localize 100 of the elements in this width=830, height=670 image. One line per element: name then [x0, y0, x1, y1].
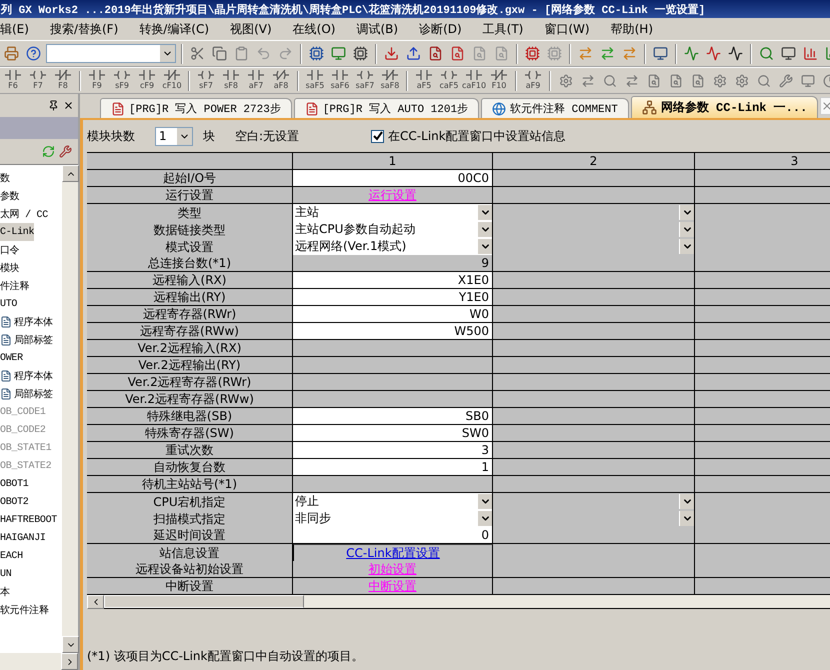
dropdown-field[interactable]: 远程网络(Ver.1模式) [293, 238, 493, 256]
tree-item[interactable]: OBOT2 [0, 493, 29, 511]
settings-icon[interactable] [558, 74, 572, 88]
tree-item[interactable]: 局部标签 [0, 385, 53, 403]
menu-item[interactable]: 辑(E) [0, 20, 29, 38]
redo-icon[interactable] [278, 46, 293, 61]
file-search-icon[interactable] [690, 74, 704, 88]
tree-item[interactable]: 件注释 [0, 277, 30, 295]
input-field[interactable]: 1 [293, 459, 493, 476]
transfer-icon[interactable] [624, 74, 638, 88]
ladder-key-button[interactable]: saF5 [304, 68, 326, 92]
tree-item[interactable]: EACH [0, 547, 23, 565]
waveform-icon[interactable] [728, 46, 743, 61]
ladder-key-button[interactable]: caF10 [463, 68, 485, 92]
undo-icon[interactable] [256, 46, 271, 61]
tree-item[interactable]: C-Link [0, 223, 34, 241]
tree-item[interactable]: 程序本体 [0, 367, 53, 385]
ladder-key-button[interactable]: cF9 [136, 68, 158, 92]
tab[interactable]: [PRG]R 写入 AUTO 1201步 [294, 98, 480, 118]
ladder-key-button[interactable]: sF8 [220, 68, 242, 92]
module-count-select[interactable]: 1 [155, 126, 193, 146]
ladder-key-button[interactable]: F9 [86, 68, 108, 92]
menu-item[interactable]: 诊断(D) [419, 20, 462, 38]
download-icon[interactable] [384, 46, 399, 61]
help-icon[interactable] [26, 46, 41, 61]
tree-item[interactable]: 局部标签 [0, 331, 53, 349]
scrollbar[interactable] [62, 165, 78, 653]
tree-item[interactable]: 本 [0, 583, 10, 601]
copy-icon[interactable] [212, 46, 227, 61]
menu-item[interactable]: 调试(B) [356, 20, 398, 38]
ladder-key-button[interactable]: saF8 [379, 68, 401, 92]
search-icon[interactable] [759, 46, 774, 61]
input-field[interactable]: SB0 [293, 408, 493, 425]
wrench-icon[interactable] [59, 145, 72, 158]
tree-item[interactable]: OB_STATE2 [0, 457, 52, 475]
refresh-icon[interactable] [42, 145, 55, 158]
input-field[interactable]: 0 [293, 527, 493, 544]
dropdown-field[interactable] [493, 204, 695, 222]
settings-icon[interactable] [712, 74, 726, 88]
tab[interactable]: 软元件注释 COMMENT [481, 98, 629, 118]
tree-item[interactable]: 软元件注释 [0, 601, 49, 619]
transfer-icon[interactable] [622, 46, 637, 61]
ladder-key-button[interactable]: F7 [27, 68, 49, 92]
tab[interactable]: [PRG]R 写入 POWER 2723步 [100, 98, 292, 118]
transfer-icon[interactable] [578, 46, 593, 61]
cpu-icon[interactable] [309, 46, 324, 61]
ladder-key-button[interactable]: F8 [52, 68, 74, 92]
input-field[interactable]: W500 [293, 323, 493, 340]
menu-item[interactable]: 工具(T) [482, 20, 524, 38]
ladder-key-button[interactable]: F10 [488, 68, 510, 92]
clipboard-icon[interactable] [234, 46, 249, 61]
tree-item[interactable]: 口令 [0, 241, 20, 259]
dropdown-field[interactable]: 非同步 [293, 510, 493, 528]
ladder-key-button[interactable]: F6 [2, 68, 24, 92]
tab[interactable]: 网络参数 CC-Link 一... [630, 96, 818, 118]
menu-item[interactable]: 在线(O) [292, 20, 336, 38]
close-button[interactable] [820, 97, 830, 115]
tree-item[interactable]: OB_STATE1 [0, 439, 52, 457]
menu-item[interactable]: 窗口(W) [544, 20, 590, 38]
checkbox[interactable] [371, 130, 384, 142]
tree-item[interactable]: 数 [0, 169, 10, 187]
tree-item[interactable]: OWER [0, 349, 23, 367]
input-field[interactable]: 3 [293, 442, 493, 459]
printer-icon[interactable] [4, 46, 19, 61]
menu-item[interactable]: 转换/编译(C) [139, 20, 210, 38]
tree-item[interactable]: HAFTREBOOT [0, 511, 58, 529]
cpu-icon[interactable] [353, 46, 368, 61]
ladder-key-button[interactable]: sF7 [195, 68, 217, 92]
ladder-key-button[interactable]: aF5 [413, 68, 435, 92]
tree-item[interactable]: OB_CODE1 [0, 403, 46, 421]
tree-item[interactable]: OBOT1 [0, 475, 29, 493]
menu-item[interactable]: 视图(V) [230, 20, 272, 38]
ladder-key-button[interactable]: aF9 [522, 68, 544, 92]
menu-item[interactable]: 搜索/替换(F) [50, 20, 118, 38]
tree-item[interactable]: 参数 [0, 187, 20, 205]
input-field[interactable]: X1E0 [293, 272, 493, 289]
ladder-key-button[interactable]: cF10 [161, 68, 183, 92]
tree-item[interactable]: UTO [0, 295, 18, 313]
ladder-key-button[interactable]: caF5 [438, 68, 460, 92]
file-search-icon[interactable] [428, 46, 443, 61]
pin-icon[interactable] [48, 100, 59, 111]
cpu-icon[interactable] [525, 46, 540, 61]
scrollbar[interactable] [0, 653, 78, 670]
ladder-key-button[interactable]: saF7 [354, 68, 376, 92]
menu-item[interactable]: 帮助(H) [610, 20, 653, 38]
search-icon[interactable] [756, 74, 770, 88]
upload-icon[interactable] [406, 46, 421, 61]
tree-item[interactable]: OB_CODE2 [0, 421, 46, 439]
dropdown-field[interactable]: 主站 [293, 204, 493, 222]
input-field[interactable]: Y1E0 [293, 289, 493, 306]
monitor-icon[interactable] [331, 46, 346, 61]
close-icon[interactable] [63, 100, 74, 111]
file-search-icon[interactable] [646, 74, 660, 88]
dropdown-field[interactable]: 停止 [293, 493, 493, 511]
ladder-key-button[interactable]: aF8 [270, 68, 292, 92]
tree-item[interactable]: HAIGANJI [0, 529, 46, 547]
dropdown-field[interactable]: 主站CPU参数自动起动 [293, 221, 493, 239]
tree-item[interactable]: UN [0, 565, 12, 583]
ladder-key-button[interactable]: aF7 [245, 68, 267, 92]
monitor-icon[interactable] [653, 46, 668, 61]
